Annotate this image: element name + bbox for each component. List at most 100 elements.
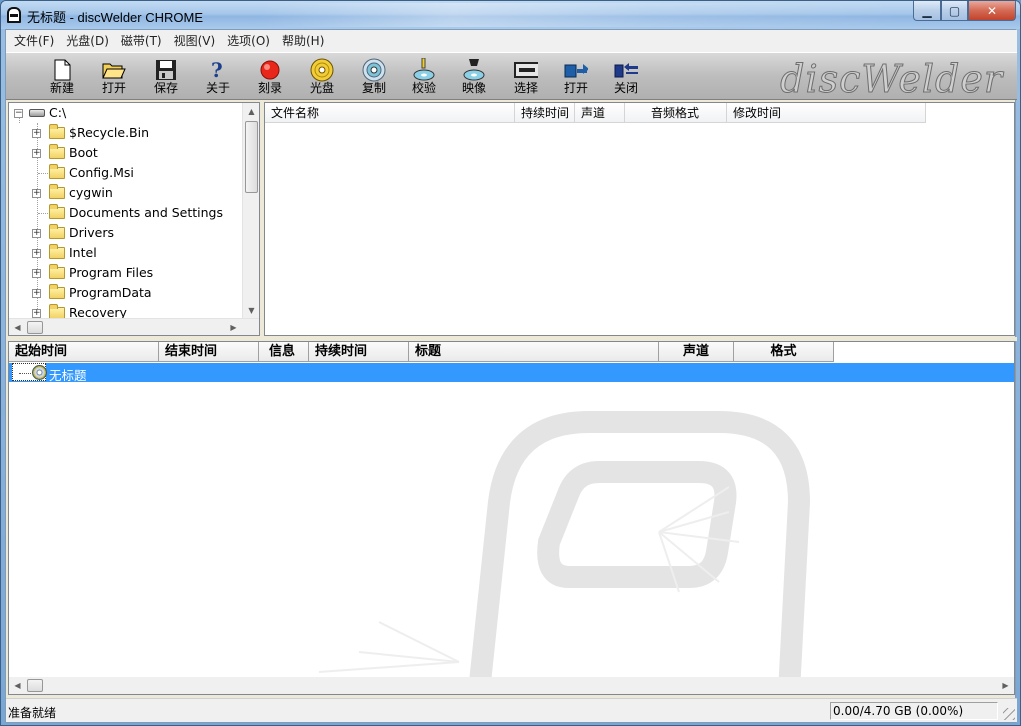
eject-open-icon <box>564 59 588 81</box>
copy-button[interactable]: 复制 <box>350 57 398 97</box>
track-list-header: 起始时间 结束时间 信息 持续时间 标题 声道 格式 <box>9 342 834 362</box>
tree-item[interactable]: + Drivers <box>9 223 243 243</box>
tree-item[interactable]: + Intel <box>9 243 243 263</box>
about-button[interactable]: ? 关于 <box>194 57 242 97</box>
image-icon <box>462 59 486 81</box>
close-tray-icon <box>614 59 638 81</box>
status-text: 准备就绪 <box>8 706 57 720</box>
column-file-name[interactable]: 文件名称 <box>265 103 515 123</box>
scroll-right-icon[interactable]: ▶ <box>997 677 1014 694</box>
burn-button[interactable]: 刻录 <box>246 57 294 97</box>
column-format[interactable]: 格式 <box>734 342 834 362</box>
tree-item[interactable]: + ProgramData <box>9 283 243 303</box>
title-bar-decoration <box>261 3 901 27</box>
scroll-left-icon[interactable]: ◀ <box>9 319 26 335</box>
scroll-down-icon[interactable]: ▼ <box>243 302 259 319</box>
disc-capacity: 0.00/4.70 GB (0.00%) <box>830 702 998 720</box>
disc-button[interactable]: 光盘 <box>298 57 346 97</box>
tree-horizontal-scrollbar[interactable]: ◀ ▶ <box>9 318 259 335</box>
resize-grip-icon[interactable] <box>1003 708 1015 720</box>
scroll-left-icon[interactable]: ◀ <box>9 677 26 694</box>
tree-item[interactable]: Config.Msi <box>9 163 243 183</box>
menu-disc[interactable]: 光盘(D) <box>60 31 115 51</box>
tree-guide <box>19 373 31 374</box>
menu-options[interactable]: 选项(O) <box>221 31 276 51</box>
scroll-thumb[interactable] <box>245 121 258 193</box>
track-row-selected[interactable]: 无标题 <box>9 363 1014 383</box>
title-bar[interactable]: 无标题 - discWelder CHROME ▁ ▢ ✕ <box>1 1 1020 29</box>
tree-item-root[interactable]: − C:\ <box>9 103 243 123</box>
tree-guide <box>38 213 48 214</box>
image-button[interactable]: 映像 <box>450 57 498 97</box>
scroll-thumb[interactable] <box>27 679 43 692</box>
discwelder-logo: discWelder <box>780 57 1003 102</box>
new-button[interactable]: 新建 <box>38 57 86 97</box>
expand-icon[interactable]: + <box>32 309 41 318</box>
close-tray-button[interactable]: 关闭 <box>602 57 650 97</box>
minimize-button[interactable]: ▁ <box>913 1 941 21</box>
help-question-icon: ? <box>206 59 230 81</box>
maximize-button[interactable]: ▢ <box>941 1 968 21</box>
welder-mask-watermark <box>318 411 810 682</box>
expand-icon[interactable]: + <box>32 189 41 198</box>
scroll-thumb[interactable] <box>27 321 43 334</box>
expand-icon[interactable]: + <box>32 249 41 258</box>
column-track-duration[interactable]: 持续时间 <box>309 342 409 362</box>
app-window: 无标题 - discWelder CHROME ▁ ▢ ✕ 文件(F) 光盘(D… <box>0 0 1021 726</box>
menu-view[interactable]: 视图(V) <box>168 31 222 51</box>
open-folder-icon <box>102 59 126 81</box>
menu-file[interactable]: 文件(F) <box>8 31 60 51</box>
track-hscroll-track[interactable]: ◀ ▶ <box>9 677 1014 694</box>
expand-icon[interactable]: + <box>32 289 41 298</box>
tree-item[interactable]: + $Recycle.Bin <box>9 123 243 143</box>
svg-text:?: ? <box>211 59 223 81</box>
column-modified-time[interactable]: 修改时间 <box>727 103 926 123</box>
disc-icon <box>310 58 334 82</box>
select-button[interactable]: 选择 <box>502 57 550 97</box>
scroll-up-icon[interactable]: ▲ <box>243 103 259 120</box>
track-list[interactable]: 起始时间 结束时间 信息 持续时间 标题 声道 格式 无标题 ◀ ▶ <box>8 341 1015 695</box>
column-track-channels[interactable]: 声道 <box>659 342 734 362</box>
expand-icon[interactable]: + <box>32 129 41 138</box>
scroll-right-icon[interactable]: ▶ <box>225 319 242 335</box>
app-logo-icon[interactable] <box>7 7 21 23</box>
column-channels[interactable]: 声道 <box>575 103 625 123</box>
file-list-header: 文件名称 持续时间 声道 音频格式 修改时间 <box>265 103 926 123</box>
folder-tree[interactable]: − C:\ + $Recycle.Bin + Boot Config.Msi + <box>8 102 260 336</box>
expand-icon[interactable]: + <box>32 149 41 158</box>
column-title[interactable]: 标题 <box>409 342 659 362</box>
cd-disc-icon <box>32 365 47 380</box>
folder-icon <box>49 164 65 179</box>
collapse-icon[interactable]: − <box>14 109 23 118</box>
column-info[interactable]: 信息 <box>259 342 309 362</box>
track-horizontal-scrollbar[interactable]: ◀ ▶ <box>9 677 1014 694</box>
file-list[interactable]: 文件名称 持续时间 声道 音频格式 修改时间 <box>264 102 1015 336</box>
expand-icon[interactable]: + <box>32 229 41 238</box>
column-audio-format[interactable]: 音频格式 <box>625 103 727 123</box>
column-end-time[interactable]: 结束时间 <box>159 342 259 362</box>
select-drive-icon <box>514 59 538 81</box>
open-button[interactable]: 打开 <box>90 57 138 97</box>
menu-tape[interactable]: 磁带(T) <box>115 31 168 51</box>
record-dot-icon <box>258 59 282 81</box>
expand-icon[interactable]: + <box>32 269 41 278</box>
status-bar: 准备就绪 0.00/4.70 GB (0.00%) <box>6 698 1017 722</box>
column-duration[interactable]: 持续时间 <box>515 103 575 123</box>
folder-icon <box>49 144 65 159</box>
tree-item[interactable]: + cygwin <box>9 183 243 203</box>
tree-item[interactable]: + Boot <box>9 143 243 163</box>
verify-button[interactable]: 校验 <box>400 57 448 97</box>
folder-icon <box>49 124 65 139</box>
tree-node-box <box>12 363 47 381</box>
eject-open-button[interactable]: 打开 <box>552 57 600 97</box>
column-start-time[interactable]: 起始时间 <box>9 342 159 362</box>
tree-item[interactable]: Documents and Settings <box>9 203 243 223</box>
folder-icon <box>49 264 65 279</box>
folder-icon <box>49 224 65 239</box>
tree-item[interactable]: + Program Files <box>9 263 243 283</box>
tree-vertical-scrollbar[interactable]: ▲ ▼ <box>242 103 259 319</box>
close-button[interactable]: ✕ <box>968 1 1016 21</box>
save-button[interactable]: 保存 <box>142 57 190 97</box>
verify-icon <box>412 58 436 81</box>
menu-help[interactable]: 帮助(H) <box>276 31 330 51</box>
